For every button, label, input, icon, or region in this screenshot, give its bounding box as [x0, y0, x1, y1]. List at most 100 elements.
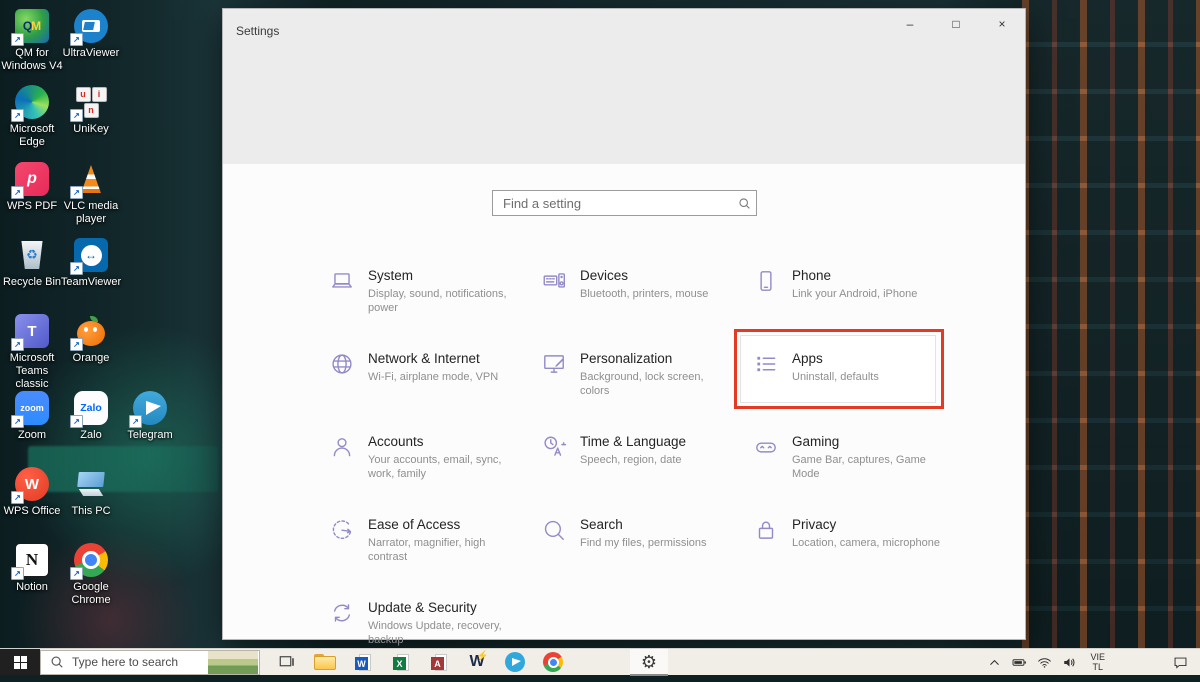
ultraviewer-app-icon: ↗: [73, 8, 109, 44]
notion-app-icon: N↗: [14, 542, 50, 578]
desktop-icon-orange[interactable]: ↗Orange: [59, 313, 123, 365]
wps-office-app-icon: W↗: [14, 466, 50, 502]
desktop-icon-label: This PC: [71, 505, 110, 518]
edge-app-icon: ↗: [14, 84, 50, 120]
tile-title: Ease of Access: [368, 516, 520, 533]
tray-volume-icon[interactable]: [1057, 649, 1082, 675]
personalization-icon: [541, 351, 567, 377]
system-tray: VIE TL: [982, 649, 1200, 675]
tile-title: Phone: [792, 267, 944, 284]
settings-tile-time-language[interactable]: Time & LanguageSpeech, region, date: [541, 433, 753, 516]
taskbar-app-settings[interactable]: ⚙: [630, 649, 668, 676]
settings-tile-accounts[interactable]: AccountsYour accounts, email, sync, work…: [329, 433, 541, 516]
desktop-icon-teamviewer[interactable]: ↔↗TeamViewer: [59, 237, 123, 289]
desktop-icon-microsoft-edge[interactable]: ↗Microsoft Edge: [0, 84, 64, 149]
shortcut-arrow-icon: ↗: [11, 567, 24, 580]
settings-tile-devices[interactable]: DevicesBluetooth, printers, mouse: [541, 267, 753, 350]
taskbar-search-box[interactable]: Type here to search: [40, 650, 260, 675]
desktop-icon-qm-for-windows-v4[interactable]: QM↗QM for Windows V4: [0, 8, 64, 73]
settings-tile-system[interactable]: SystemDisplay, sound, notifications, pow…: [329, 267, 541, 350]
this-pc-icon: [73, 466, 109, 502]
taskbar-app-word[interactable]: W: [344, 649, 382, 676]
shortcut-arrow-icon: ↗: [70, 415, 83, 428]
desktop-icon-label: Google Chrome: [59, 581, 123, 607]
search-icon: [541, 517, 567, 543]
start-button[interactable]: [0, 649, 40, 675]
settings-tile-ease-of-access[interactable]: Ease of Access Narrator, magnifier, high …: [329, 516, 541, 599]
gamepad-icon: [753, 434, 779, 460]
find-a-setting-searchbox[interactable]: [492, 190, 757, 216]
desktop-icon-wps-office[interactable]: W↗WPS Office: [0, 466, 64, 518]
tile-title: Network & Internet: [368, 350, 520, 367]
desktop-icon-zalo[interactable]: Zalo↗Zalo: [59, 390, 123, 442]
apps-list-icon: [753, 351, 779, 377]
desktop-icon-this-pc[interactable]: This PC: [59, 466, 123, 518]
lock-icon: [753, 517, 779, 543]
settings-tile-privacy[interactable]: PrivacyLocation, camera, microphone: [753, 516, 965, 599]
tile-subtitle: Link your Android, iPhone: [792, 287, 944, 301]
wallpaper-building-windows: [1022, 0, 1200, 648]
settings-tile-apps[interactable]: AppsUninstall, defaults: [753, 350, 965, 433]
find-a-setting-input[interactable]: [493, 196, 732, 211]
taskbar: Type here to search WXAW⚡ ⚙ VIE TL: [0, 648, 1200, 675]
chrome-app-icon: ↗: [73, 542, 109, 578]
zoom-app-icon: zoom↗: [14, 390, 50, 426]
tile-subtitle: Speech, region, date: [580, 453, 732, 467]
desktop-icon-unikey[interactable]: uin↗ UniKey: [59, 84, 123, 136]
minimize-button[interactable]: –: [887, 9, 933, 39]
tray-battery-icon[interactable]: [1007, 649, 1032, 675]
desktop-icon-notion[interactable]: N↗ Notion: [0, 542, 64, 594]
tray-language-indicator[interactable]: VIE TL: [1082, 652, 1113, 673]
shortcut-arrow-icon: ↗: [11, 186, 24, 199]
tile-subtitle: Narrator, magnifier, high contrast: [368, 536, 520, 565]
settings-tile-personalization[interactable]: PersonalizationBackground, lock screen, …: [541, 350, 753, 433]
orange-app-icon: ↗: [73, 313, 109, 349]
settings-tile-network-internet[interactable]: Network & Internet Wi-Fi, airplane mode, …: [329, 350, 541, 433]
desktop-icon-google-chrome[interactable]: ↗ Google Chrome: [59, 542, 123, 607]
clock-language-icon: [541, 434, 567, 460]
tile-subtitle: Your accounts, email, sync, work, family: [368, 453, 520, 482]
wps-pdf-app-icon: p↗: [14, 161, 50, 197]
tile-title: Gaming: [792, 433, 944, 450]
tile-subtitle: Display, sound, notifications, power: [368, 287, 520, 316]
taskbar-app-access[interactable]: A: [420, 649, 458, 676]
taskbar-app-telegram[interactable]: [496, 649, 534, 676]
desktop-icon-recycle-bin[interactable]: ♻Recycle Bin: [0, 237, 64, 289]
taskbar-app-excel[interactable]: X: [382, 649, 420, 676]
desktop-icon-zoom[interactable]: zoom↗Zoom: [0, 390, 64, 442]
shortcut-arrow-icon: ↗: [70, 338, 83, 351]
devices-icon: [541, 268, 567, 294]
desktop-icon-microsoft-teams-classic[interactable]: T↗Microsoft Teams classic: [0, 313, 64, 391]
close-button[interactable]: ×: [979, 9, 1025, 39]
settings-window: Settings –□× SystemDisplay, sound, notif…: [222, 8, 1026, 640]
desktop-icon-label: Microsoft Teams classic: [0, 352, 64, 391]
unikey-app-icon: uin↗: [73, 84, 109, 120]
search-icon: [732, 197, 756, 210]
shortcut-arrow-icon: ↗: [70, 186, 83, 199]
tile-subtitle: Background, lock screen, colors: [580, 370, 732, 399]
tray-wifi-icon[interactable]: [1032, 649, 1057, 675]
settings-tile-search[interactable]: SearchFind my files, permissions: [541, 516, 753, 599]
tray-chevron-up-icon[interactable]: [982, 649, 1007, 675]
desktop-icon-telegram[interactable]: ↗Telegram: [118, 390, 182, 442]
taskbar-app-chrome[interactable]: [534, 649, 572, 676]
desktop-icon-vlc-media-player[interactable]: ↗VLC media player: [59, 161, 123, 226]
desktop-icons: QM↗QM for Windows V4↗UltraViewer↗Microso…: [6, 0, 226, 640]
search-highlight-image[interactable]: [208, 651, 258, 674]
desktop-icon-ultraviewer[interactable]: ↗UltraViewer: [59, 8, 123, 60]
desktop-icon-label: Zalo: [80, 429, 101, 442]
task-view-button[interactable]: [268, 649, 306, 676]
taskbar-app-w-lightning[interactable]: W⚡: [458, 649, 496, 676]
settings-tile-gaming[interactable]: GamingGame Bar, captures, Game Mode: [753, 433, 965, 516]
desktop-icon-label: Notion: [16, 581, 48, 594]
desktop-icon-wps-pdf[interactable]: p↗WPS PDF: [0, 161, 64, 213]
maximize-button[interactable]: □: [933, 9, 979, 39]
taskbar-app-file-explorer[interactable]: [306, 649, 344, 676]
desktop-icon-label: UniKey: [73, 123, 108, 136]
shortcut-arrow-icon: ↗: [129, 415, 142, 428]
shortcut-arrow-icon: ↗: [11, 33, 24, 46]
tile-subtitle: Wi-Fi, airplane mode, VPN: [368, 370, 520, 384]
tile-subtitle: Location, camera, microphone: [792, 536, 944, 550]
person-icon: [329, 434, 355, 460]
action-center-icon[interactable]: [1161, 649, 1200, 675]
